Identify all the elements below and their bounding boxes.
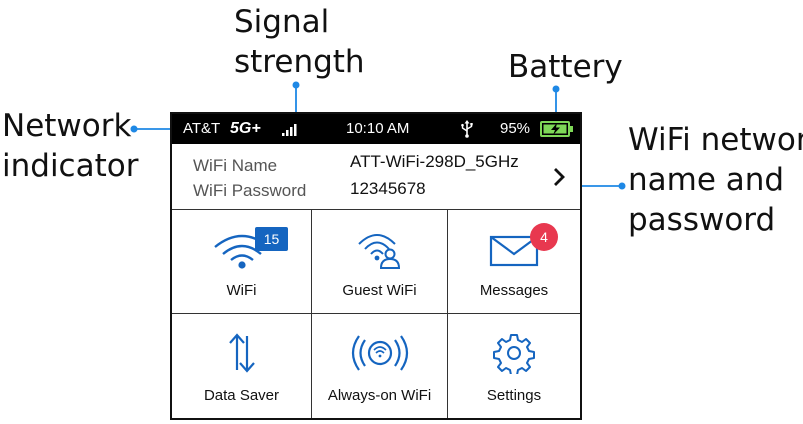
tile-guest-wifi-label: Guest WiFi (342, 282, 417, 299)
tile-settings-label: Settings (486, 387, 542, 404)
clock: 10:10 AM (346, 120, 410, 137)
always-on-wifi-icon (351, 335, 408, 371)
battery-charging-icon (540, 121, 573, 137)
data-saver-icon (228, 333, 255, 373)
tile-data-saver-label: Data Saver (203, 387, 280, 404)
status-bar: AT&T 5G+ 10:10 AM 95% (172, 114, 580, 144)
wifi-password-label: WiFi Password (193, 181, 307, 200)
tile-wifi-label: WiFi (226, 282, 257, 299)
usb-icon (461, 120, 473, 138)
carrier-name: AT&T (183, 120, 221, 137)
network-type-indicator: 5G+ (230, 120, 261, 137)
device-screen: AT&T 5G+ 10:10 AM 95% WiFi Name ATT-WiFi… (170, 112, 582, 420)
unread-messages-badge: 4 (530, 223, 558, 251)
tile-messages-label: Messages (479, 282, 549, 299)
wifi-name-label: WiFi Name (193, 156, 278, 175)
tile-settings[interactable]: Settings (448, 314, 580, 418)
wifi-password-value: 12345678 (350, 179, 426, 198)
tile-wifi[interactable]: 15 WiFi (172, 209, 312, 314)
tile-guest-wifi[interactable]: Guest WiFi (312, 209, 448, 314)
wifi-credentials-row[interactable]: WiFi Name ATT-WiFi-298D_5GHz WiFi Passwo… (172, 144, 580, 210)
signal-bars-icon (282, 124, 297, 136)
chevron-right-icon[interactable] (552, 167, 566, 187)
tile-messages[interactable]: 4 Messages (448, 209, 580, 314)
gear-icon (493, 334, 535, 374)
battery-percent: 95% (500, 120, 531, 137)
tile-data-saver[interactable]: Data Saver (172, 314, 312, 418)
tile-always-on-wifi[interactable]: Always-on WiFi (312, 314, 448, 418)
wifi-name-value: ATT-WiFi-298D_5GHz (350, 152, 519, 171)
guest-wifi-icon (357, 234, 400, 269)
wifi-connected-count-badge: 15 (255, 227, 288, 251)
home-tile-grid: 15 WiFi Guest WiFi 4 Messages Data Saver… (172, 209, 580, 418)
tile-always-on-wifi-label: Always-on WiFi (327, 387, 432, 404)
